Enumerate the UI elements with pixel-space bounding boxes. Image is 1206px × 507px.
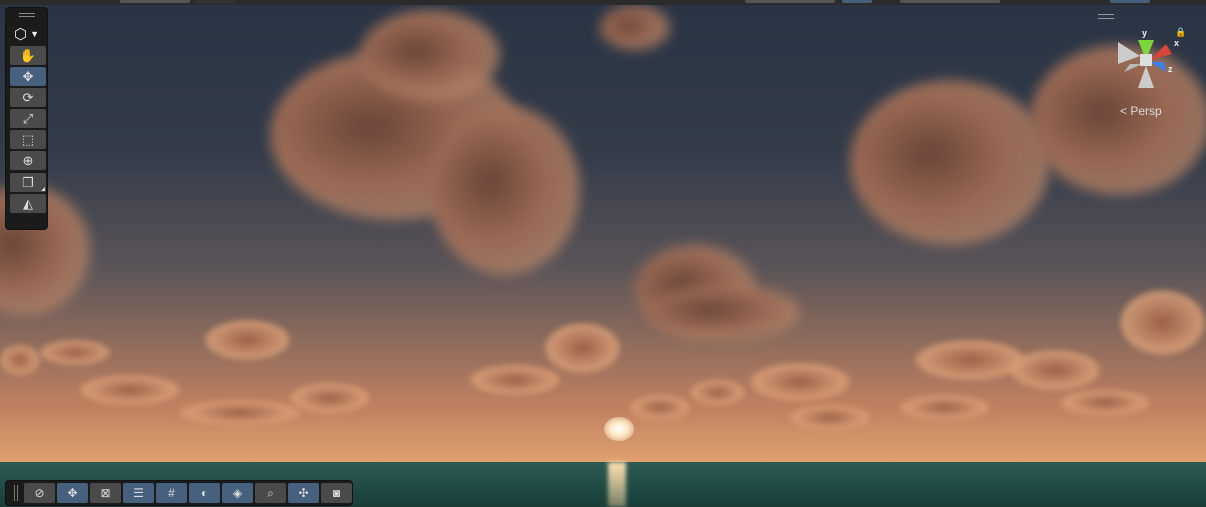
shading-icon: ◐ (200, 486, 209, 500)
gizmo-center-cube[interactable] (1140, 54, 1152, 66)
chevron-left-icon: < (1120, 104, 1128, 118)
rect-icon: ⬚ (21, 131, 35, 147)
grid-icon: # (168, 486, 175, 500)
sun-reflection (608, 462, 626, 507)
rotate-tool-button[interactable]: ⟳ (10, 88, 46, 107)
shading-button[interactable]: ◐ (189, 483, 220, 503)
move-icon: ✥ (67, 486, 78, 500)
search-button[interactable]: ⌕ (255, 483, 286, 503)
scene-bottom-toolbar: ⊘ ✥ ⊠ ☰ # ◐ ◈ ⌕ ✣ ◙ (5, 480, 353, 506)
cube-icon: ⬡ (13, 26, 28, 43)
move-handle-button[interactable]: ✥ (57, 483, 88, 503)
layers-icon: ◈ (232, 486, 243, 500)
custom-editor-tool-button[interactable]: ◭ (10, 194, 46, 213)
view-options-dropdown[interactable]: ⬡ ▼ (10, 22, 43, 46)
gizmo-z-label: z (1168, 64, 1173, 74)
search-icon: ⌕ (267, 485, 274, 500)
rotate-icon: ⟳ (22, 89, 34, 105)
sliders-icon: ☰ (133, 486, 144, 500)
transform-icon: ⊠ (100, 486, 111, 500)
toolbar-drag-handle[interactable] (14, 485, 18, 501)
gizmo-z-cone[interactable] (1150, 62, 1166, 72)
layers-button[interactable]: ◈ (222, 483, 253, 503)
transform-tools-button[interactable]: ⊠ (90, 483, 121, 503)
overlay-drag-handle[interactable] (10, 8, 43, 22)
move-tool-button[interactable]: ✥ (10, 67, 46, 86)
rect-tool-button[interactable]: ⬚ (10, 130, 46, 149)
scale-icon: ⤢ (22, 110, 34, 126)
navigation-button[interactable]: ✣ (288, 483, 319, 503)
custom-tools-icon: ❐ (22, 174, 34, 190)
gizmo-neg-x-cone[interactable] (1118, 42, 1140, 64)
gizmo-y-label: y (1142, 28, 1147, 38)
scene-viewport[interactable] (0, 5, 1206, 507)
navigation-icon: ✣ (298, 486, 309, 500)
camera-eye-icon: ◙ (332, 486, 341, 500)
camera-visibility-button[interactable]: ◙ (321, 483, 352, 503)
projection-toggle[interactable]: < Persp (1120, 104, 1162, 118)
transform-tool-button[interactable]: ⊕ (10, 151, 46, 170)
orientation-button[interactable]: ⊘ (24, 483, 55, 503)
orientation-gizmo[interactable]: y x z (1110, 22, 1190, 92)
hand-tool-button[interactable]: ✋ (10, 46, 46, 65)
scale-tool-button[interactable]: ⤢ (10, 109, 46, 128)
tools-overlay: ⬡ ▼ ✋ ✥ ⟳ ⤢ ⬚ ⊕ ❐ ◭ (5, 7, 48, 230)
move-icon: ✥ (22, 68, 34, 84)
projection-label: Persp (1130, 104, 1162, 118)
transform-icon: ⊕ (22, 152, 34, 168)
gizmo-neg-z-cone[interactable] (1124, 64, 1142, 72)
sun (604, 417, 634, 441)
terrain-tool-icon: ◭ (23, 195, 33, 211)
chevron-down-icon: ▼ (30, 29, 40, 39)
compass-icon: ⊘ (34, 486, 45, 500)
custom-tools-button[interactable]: ❐ (10, 173, 46, 192)
gizmo-drag-handle[interactable] (1098, 14, 1114, 19)
gizmo-neg-y-cone[interactable] (1138, 66, 1154, 88)
hand-icon: ✋ (19, 47, 37, 63)
grid-button[interactable]: # (156, 483, 187, 503)
gizmo-x-label: x (1174, 38, 1179, 48)
settings-button[interactable]: ☰ (123, 483, 154, 503)
gizmo-x-cone[interactable] (1150, 44, 1172, 60)
